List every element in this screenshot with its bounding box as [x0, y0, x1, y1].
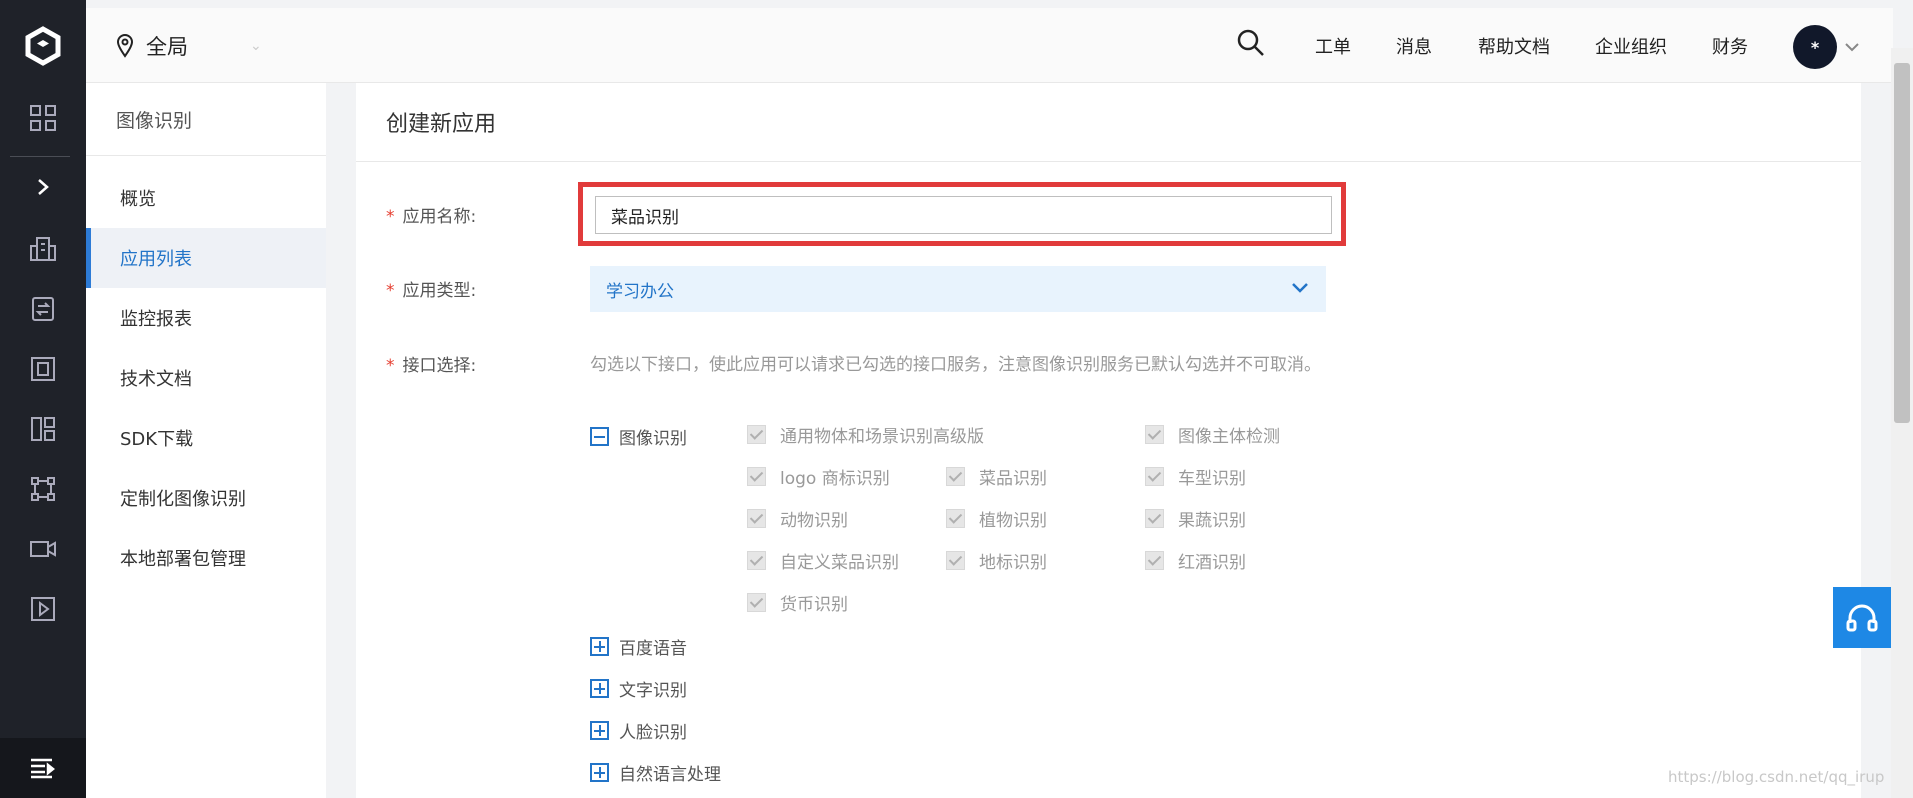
expand-plus-icon[interactable]	[590, 637, 609, 656]
video-camera-icon[interactable]	[0, 524, 86, 574]
dashboard-grid-icon[interactable]	[0, 93, 86, 143]
sidebar-item-sdk-download[interactable]: SDK下载	[86, 408, 326, 468]
network-icon[interactable]	[0, 464, 86, 514]
checkbox-checked-icon	[1145, 509, 1164, 528]
app-type-label: * 应用类型:	[386, 281, 477, 301]
menu-collapse-icon[interactable]	[0, 738, 86, 798]
app-type-value: 学习办公	[606, 281, 674, 302]
page-scrollbar[interactable]	[1891, 48, 1913, 798]
api-checkbox: 地标识别	[946, 548, 1047, 573]
product-sidebar: 图像识别 概览 应用列表 监控报表 技术文档 SDK下载 定制化图像识别 本地部…	[86, 83, 326, 798]
api-checkbox: 植物识别	[946, 506, 1047, 531]
watermark-text: https://blog.csdn.net/qq_irup	[1668, 768, 1885, 786]
avatar[interactable]: *	[1793, 25, 1837, 69]
highlight-box	[578, 182, 1346, 246]
api-group-speech[interactable]: 百度语音	[590, 634, 687, 659]
icon-rail	[0, 0, 86, 798]
top-bar: 全局 ⌄ 工单 消息 帮助文档 企业组织 财务 *	[86, 8, 1893, 83]
nav-finance[interactable]: 财务	[1712, 8, 1748, 83]
layout-icon[interactable]	[0, 404, 86, 454]
play-icon[interactable]	[0, 584, 86, 634]
checkbox-checked-icon	[946, 551, 965, 570]
sidebar-item-tech-docs[interactable]: 技术文档	[86, 348, 326, 408]
page-title: 创建新应用	[356, 83, 1861, 162]
api-select-label: * 接口选择:	[386, 356, 477, 376]
search-icon[interactable]	[1236, 28, 1266, 62]
sidebar-item-monitoring[interactable]: 监控报表	[86, 288, 326, 348]
expand-chevron-icon[interactable]	[0, 162, 86, 212]
checkbox-checked-icon	[747, 551, 766, 570]
collapse-icon[interactable]	[590, 427, 609, 446]
building-icon[interactable]	[0, 224, 86, 274]
checkbox-checked-icon	[747, 509, 766, 528]
api-group-image[interactable]: 图像识别	[590, 424, 687, 449]
frame-icon[interactable]	[0, 344, 86, 394]
scrollbar-thumb[interactable]	[1894, 63, 1910, 423]
api-checkbox: 红酒识别	[1145, 548, 1246, 573]
api-group-nlp[interactable]: 自然语言处理	[590, 760, 721, 785]
chevron-down-icon	[1292, 283, 1308, 293]
sidebar-item-custom-recognition[interactable]: 定制化图像识别	[86, 468, 326, 528]
create-app-card: 创建新应用 *应用名称: *应用类型: 学习办公 *接口选择: 勾选以下接口，使…	[356, 83, 1861, 798]
checkbox-checked-icon	[946, 509, 965, 528]
expand-plus-icon[interactable]	[590, 763, 609, 782]
api-hint-text: 勾选以下接口，使此应用可以请求已勾选的接口服务，注意图像识别服务已默认勾选并不可…	[590, 355, 1321, 375]
sidebar-title: 图像识别	[86, 83, 326, 156]
api-group-ocr[interactable]: 文字识别	[590, 676, 687, 701]
api-checkbox: 图像主体检测	[1145, 422, 1280, 447]
checkbox-checked-icon	[1145, 425, 1164, 444]
nav-messages[interactable]: 消息	[1396, 8, 1432, 83]
sidebar-item-local-deploy[interactable]: 本地部署包管理	[86, 528, 326, 588]
logo-icon[interactable]	[0, 8, 86, 83]
location-pin-icon	[116, 33, 134, 58]
api-checkbox: 自定义菜品识别	[747, 548, 899, 573]
api-checkbox: 货币识别	[747, 590, 848, 615]
api-checkbox: logo 商标识别	[747, 464, 890, 489]
sidebar-item-app-list[interactable]: 应用列表	[86, 228, 326, 288]
api-checkbox: 动物识别	[747, 506, 848, 531]
nav-organization[interactable]: 企业组织	[1595, 8, 1667, 83]
rail-divider	[10, 156, 70, 157]
region-selector[interactable]: 全局 ⌄	[116, 8, 262, 83]
api-checkbox: 通用物体和场景识别高级版	[747, 422, 984, 447]
checkbox-checked-icon	[1145, 551, 1164, 570]
headset-icon	[1846, 604, 1878, 631]
app-name-input[interactable]	[595, 196, 1332, 234]
api-checkbox: 车型识别	[1145, 464, 1246, 489]
app-type-select[interactable]: 学习办公	[590, 266, 1326, 312]
checkbox-checked-icon	[747, 467, 766, 486]
customer-support-button[interactable]	[1833, 587, 1891, 648]
api-checkbox: 菜品识别	[946, 464, 1047, 489]
api-checkbox: 果蔬识别	[1145, 506, 1246, 531]
checkbox-checked-icon	[747, 593, 766, 612]
nav-tickets[interactable]: 工单	[1315, 8, 1351, 83]
expand-plus-icon[interactable]	[590, 679, 609, 698]
api-group-face[interactable]: 人脸识别	[590, 718, 687, 743]
chevron-down-icon: ⌄	[250, 37, 262, 54]
region-label: 全局	[146, 34, 188, 59]
checkbox-checked-icon	[1145, 467, 1164, 486]
checkbox-checked-icon	[747, 425, 766, 444]
exchange-doc-icon[interactable]	[0, 284, 86, 334]
nav-help-docs[interactable]: 帮助文档	[1478, 8, 1550, 83]
checkbox-checked-icon	[946, 467, 965, 486]
expand-plus-icon[interactable]	[590, 721, 609, 740]
app-name-label: * 应用名称:	[386, 207, 477, 227]
sidebar-item-overview[interactable]: 概览	[86, 168, 326, 228]
chevron-down-icon[interactable]	[1844, 38, 1860, 57]
